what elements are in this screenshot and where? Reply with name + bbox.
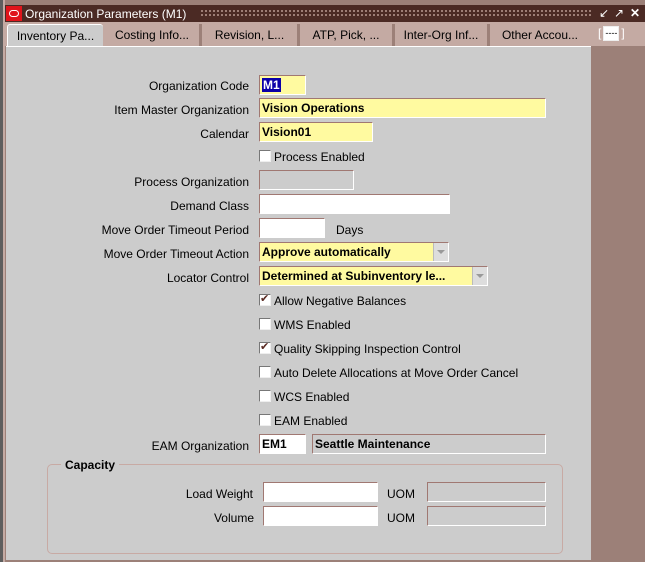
process-org-label: Process Organization bbox=[134, 175, 249, 189]
tab-other-accounts[interactable]: Other Accou... bbox=[490, 24, 590, 46]
item-master-field[interactable]: Vision Operations bbox=[259, 98, 546, 118]
window-frame-inner bbox=[3, 0, 5, 562]
locator-control-dropdown[interactable]: Determined at Subinventory le... bbox=[259, 266, 488, 286]
checkmark-icon[interactable] bbox=[259, 292, 271, 306]
wcs-enabled-box[interactable] bbox=[259, 390, 271, 402]
timeout-action-label: Move Order Timeout Action bbox=[103, 247, 249, 261]
eam-enabled-checkbox[interactable]: EAM Enabled bbox=[259, 414, 347, 428]
wms-enabled-box[interactable] bbox=[259, 318, 271, 330]
chevron-down-icon[interactable] bbox=[433, 243, 448, 261]
demand-class-label: Demand Class bbox=[170, 199, 249, 213]
capacity-title: Capacity bbox=[61, 458, 120, 472]
tab-atp-pick[interactable]: ATP, Pick, ... bbox=[300, 24, 395, 46]
eam-org-name-field: Seattle Maintenance bbox=[312, 434, 546, 454]
close-icon[interactable]: ✕ bbox=[628, 6, 642, 20]
process-enabled-label: Process Enabled bbox=[274, 150, 365, 164]
load-weight-label: Load Weight bbox=[185, 487, 253, 501]
bracket-left: [ bbox=[598, 26, 602, 40]
timeout-action-value: Approve automatically bbox=[262, 245, 391, 259]
wms-enabled-label: WMS Enabled bbox=[274, 318, 351, 332]
load-weight-uom-field bbox=[427, 482, 546, 502]
process-org-field bbox=[259, 170, 354, 190]
calendar-field[interactable]: Vision01 bbox=[259, 122, 373, 142]
eam-enabled-label: EAM Enabled bbox=[274, 414, 348, 428]
timeout-action-dropdown[interactable]: Approve automatically bbox=[259, 242, 449, 262]
maximize-icon[interactable]: ↗ bbox=[612, 6, 626, 20]
wcs-enabled-label: WCS Enabled bbox=[274, 390, 350, 404]
allow-negative-balances-checkbox[interactable]: Allow Negative Balances bbox=[259, 292, 407, 308]
volume-label: Volume bbox=[213, 511, 254, 525]
title-grip bbox=[200, 9, 592, 18]
tab-inventory-parameters[interactable]: Inventory Pa... bbox=[7, 24, 103, 48]
org-code-field[interactable]: M1 bbox=[259, 75, 306, 95]
checkmark-icon[interactable] bbox=[259, 340, 271, 354]
org-code-value: M1 bbox=[262, 78, 281, 92]
auto-delete-allocations-checkbox[interactable]: Auto Delete Allocations at Move Order Ca… bbox=[259, 366, 518, 380]
allow-negative-balances-label: Allow Negative Balances bbox=[274, 294, 407, 308]
auto-delete-allocations-label: Auto Delete Allocations at Move Order Ca… bbox=[274, 366, 519, 380]
eam-enabled-box[interactable] bbox=[259, 414, 271, 426]
item-master-label: Item Master Organization bbox=[114, 103, 249, 117]
bracket-right: ] bbox=[621, 26, 625, 40]
process-enabled-box[interactable] bbox=[259, 150, 271, 162]
tab-overflow-box[interactable]: ---- bbox=[603, 26, 620, 42]
window-title: Organization Parameters (M1) bbox=[25, 7, 187, 21]
load-weight-field[interactable] bbox=[263, 482, 378, 502]
locator-control-label: Locator Control bbox=[166, 271, 249, 285]
oracle-logo-icon bbox=[6, 6, 22, 21]
days-label: Days bbox=[336, 223, 364, 237]
eam-org-code-field[interactable]: EM1 bbox=[259, 434, 306, 454]
auto-delete-box[interactable] bbox=[259, 366, 271, 378]
volume-uom-field bbox=[427, 506, 546, 526]
org-code-label: Organization Code bbox=[148, 79, 249, 93]
wms-enabled-checkbox[interactable]: WMS Enabled bbox=[259, 318, 351, 332]
eam-org-label: EAM Organization bbox=[151, 439, 249, 453]
volume-uom-label: UOM bbox=[387, 511, 415, 525]
timeout-period-field[interactable] bbox=[259, 218, 325, 238]
locator-control-value: Determined at Subinventory le... bbox=[262, 269, 446, 283]
minimize-icon[interactable]: ↙ bbox=[597, 6, 611, 20]
tab-overflow-selector[interactable]: [----] bbox=[598, 26, 625, 42]
load-weight-uom-label: UOM bbox=[387, 487, 415, 501]
quality-skipping-label: Quality Skipping Inspection Control bbox=[274, 342, 461, 356]
wcs-enabled-checkbox[interactable]: WCS Enabled bbox=[259, 390, 349, 404]
title-bar[interactable]: Organization Parameters (M1) ↙ ↗ ✕ bbox=[5, 5, 645, 22]
volume-field[interactable] bbox=[263, 506, 378, 526]
tab-costing-information[interactable]: Costing Info... bbox=[105, 24, 202, 46]
chevron-down-icon[interactable] bbox=[472, 267, 487, 285]
quality-skipping-checkbox[interactable]: Quality Skipping Inspection Control bbox=[259, 340, 461, 356]
timeout-period-label: Move Order Timeout Period bbox=[101, 223, 249, 237]
process-enabled-checkbox[interactable]: Process Enabled bbox=[259, 150, 365, 164]
calendar-label: Calendar bbox=[200, 127, 249, 141]
tab-inter-org[interactable]: Inter-Org Inf... bbox=[395, 24, 490, 46]
tab-revision[interactable]: Revision, L... bbox=[202, 24, 300, 46]
demand-class-field[interactable] bbox=[259, 194, 450, 214]
